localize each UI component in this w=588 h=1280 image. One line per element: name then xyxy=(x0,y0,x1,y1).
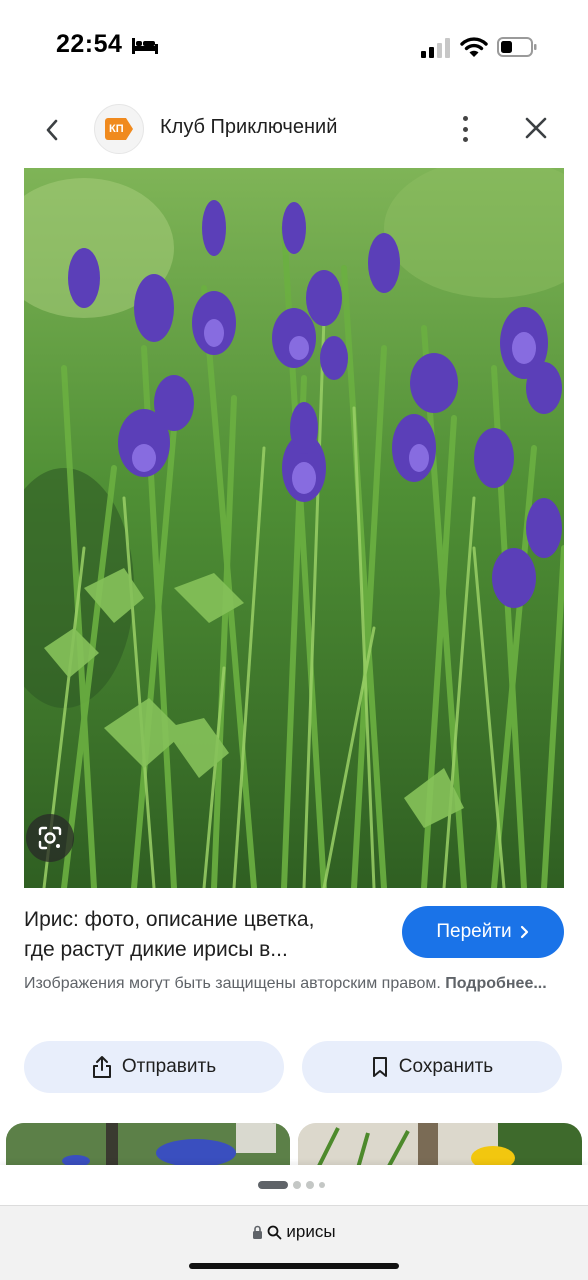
iris-photo xyxy=(24,168,564,888)
site-logo[interactable]: КП xyxy=(94,104,144,154)
learn-more-link[interactable]: Подробнее... xyxy=(445,975,546,992)
battery-icon xyxy=(497,37,537,57)
more-options-button[interactable] xyxy=(452,112,478,146)
search-query: ирисы xyxy=(286,1222,336,1241)
share-button[interactable]: Отправить xyxy=(24,1041,284,1093)
lens-button[interactable] xyxy=(26,814,74,862)
lock-icon xyxy=(253,1225,263,1239)
visit-button[interactable]: Перейти xyxy=(402,906,564,958)
site-name[interactable]: Клуб Приключений xyxy=(160,116,337,139)
page-indicator xyxy=(258,1181,325,1189)
google-lens-icon xyxy=(38,826,62,850)
main-image[interactable] xyxy=(24,168,564,888)
page-dot[interactable] xyxy=(306,1181,314,1189)
related-image-2 xyxy=(298,1123,582,1168)
pager-bar xyxy=(0,1165,588,1205)
related-image-1 xyxy=(6,1123,290,1168)
back-button[interactable] xyxy=(36,114,68,146)
save-button[interactable]: Сохранить xyxy=(302,1041,562,1093)
site-logo-text: КП xyxy=(105,118,133,140)
chevron-right-icon xyxy=(520,925,528,939)
result-title-line-1: Ирис: фото, описание цветка, xyxy=(24,908,315,931)
browser-address-bar[interactable]: ирисы xyxy=(0,1205,588,1280)
bookmark-icon xyxy=(372,1057,387,1077)
status-bar: 22:54 xyxy=(0,0,588,90)
copyright-text: Изображения могут быть защищены авторски… xyxy=(24,975,441,992)
more-vertical-icon xyxy=(462,116,468,121)
viewer-header: КП Клуб Приключений xyxy=(0,90,588,168)
related-image-thumbnail[interactable] xyxy=(6,1123,290,1168)
page-dot[interactable] xyxy=(293,1181,301,1189)
bed-icon xyxy=(132,38,158,54)
share-icon xyxy=(92,1056,111,1078)
status-time: 22:54 xyxy=(56,30,123,58)
address-field[interactable]: ирисы xyxy=(0,1222,588,1242)
result-title-line-2: где растут дикие ирисы в... xyxy=(24,938,288,961)
page-dot[interactable] xyxy=(319,1182,325,1188)
result-title[interactable]: Ирис: фото, описание цветка, где растут … xyxy=(24,905,384,965)
search-icon xyxy=(268,1225,282,1239)
cellular-signal-icon xyxy=(421,38,450,58)
chevron-left-icon xyxy=(46,119,58,141)
copyright-notice: Изображения могут быть защищены авторски… xyxy=(24,972,564,996)
close-button[interactable] xyxy=(520,112,552,144)
share-button-label: Отправить xyxy=(121,1056,217,1077)
visit-button-label: Перейти xyxy=(436,921,512,942)
page-dot-active[interactable] xyxy=(258,1181,288,1189)
save-button-label: Сохранить xyxy=(398,1056,494,1077)
home-indicator[interactable] xyxy=(189,1263,399,1269)
related-image-thumbnail[interactable] xyxy=(298,1123,582,1168)
wifi-icon xyxy=(460,37,488,57)
